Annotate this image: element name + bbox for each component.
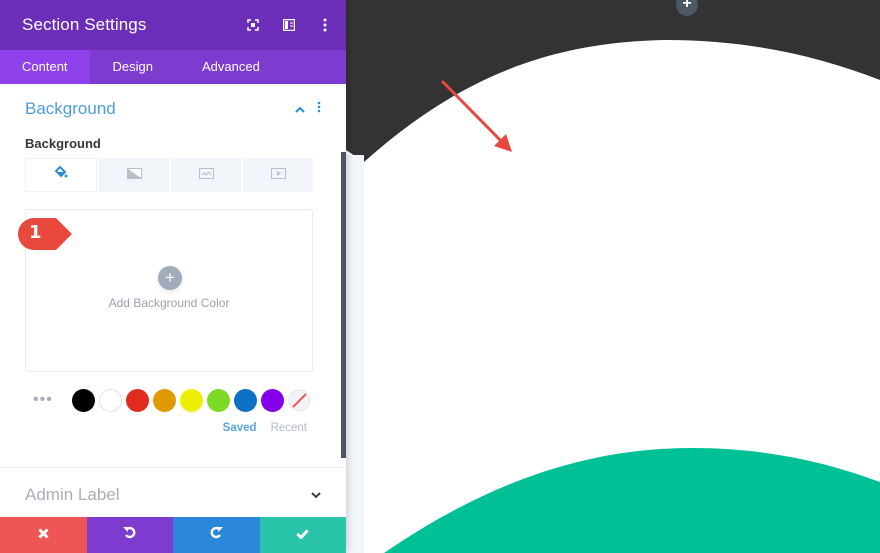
add-color-button[interactable]: +: [158, 266, 182, 290]
section-more-icon[interactable]: [317, 100, 321, 118]
swatch-blue[interactable]: [234, 388, 257, 412]
panel-scrollbar[interactable]: [341, 152, 346, 458]
more-options-icon[interactable]: [318, 18, 332, 32]
section-controls: [295, 100, 321, 118]
bg-tab-video[interactable]: [243, 158, 313, 192]
panel-title: Section Settings: [22, 15, 147, 34]
bottom-divider-shape: [384, 448, 880, 553]
split-view-icon[interactable]: [282, 18, 296, 32]
admin-label-section-header[interactable]: Admin Label: [25, 480, 321, 510]
section-dividers: [346, 0, 880, 553]
admin-label-title: Admin Label: [25, 485, 120, 504]
background-type-tabs: [25, 158, 313, 192]
tab-advanced[interactable]: Advanced: [180, 50, 282, 84]
callout-badge: [18, 218, 72, 250]
settings-tabs: Content Design Advanced: [0, 50, 346, 84]
undo-button[interactable]: [86, 517, 173, 553]
video-icon: [270, 166, 286, 184]
gradient-icon: [126, 166, 142, 184]
redo-icon: [210, 526, 223, 544]
settings-panel: Section Settings Content Design Advanced…: [0, 0, 346, 553]
background-field-label: Background: [25, 136, 101, 151]
swatch-tabs: Saved Recent: [25, 422, 307, 434]
header-icons: [246, 0, 332, 50]
bg-tab-image[interactable]: [171, 158, 241, 192]
builder-screen: + Section Settings Content Design Advanc…: [0, 0, 880, 553]
section-title: Background: [25, 99, 116, 118]
page-canvas: +: [346, 0, 880, 553]
background-section-header[interactable]: Background: [25, 84, 321, 134]
image-icon: [198, 166, 214, 184]
paint-bucket-icon: [54, 165, 68, 184]
annotation-arrow: [441, 80, 512, 152]
no-color-icon[interactable]: [288, 389, 311, 412]
top-divider-shape: [346, 0, 880, 162]
bg-tab-color[interactable]: [25, 158, 97, 192]
tab-design[interactable]: Design: [90, 50, 180, 84]
canvas-left-edge: [346, 155, 364, 553]
color-swatches: •••: [25, 388, 321, 412]
redo-button[interactable]: [173, 517, 260, 553]
callout-number: 1: [29, 222, 42, 243]
more-colors-icon[interactable]: •••: [25, 392, 72, 408]
undo-icon: [123, 526, 136, 544]
swatch-tab-recent[interactable]: Recent: [271, 422, 307, 434]
swatch-tab-saved[interactable]: Saved: [223, 422, 257, 434]
expand-icon[interactable]: [246, 18, 260, 32]
panel-header: Section Settings: [0, 0, 346, 50]
add-color-label[interactable]: Add Background Color: [26, 296, 312, 310]
swatch-red[interactable]: [126, 388, 149, 412]
chevron-down-icon[interactable]: [311, 486, 321, 504]
discard-button[interactable]: [0, 517, 87, 553]
swatch-green[interactable]: [207, 388, 230, 412]
swatch-white[interactable]: [99, 388, 122, 412]
background-section: Background Background + Add Background C…: [0, 84, 346, 434]
checkmark-icon: [296, 526, 309, 544]
save-button[interactable]: [259, 517, 346, 553]
swatch-yellow[interactable]: [180, 388, 203, 412]
swatch-orange[interactable]: [153, 388, 176, 412]
swatch-black[interactable]: [72, 388, 95, 412]
swatch-purple[interactable]: [261, 388, 284, 412]
section-divider: [0, 467, 346, 468]
bg-tab-gradient[interactable]: [99, 158, 169, 192]
tab-content[interactable]: Content: [0, 50, 90, 84]
close-icon: [38, 526, 49, 544]
panel-footer: [0, 517, 346, 553]
chevron-up-icon[interactable]: [295, 100, 305, 118]
